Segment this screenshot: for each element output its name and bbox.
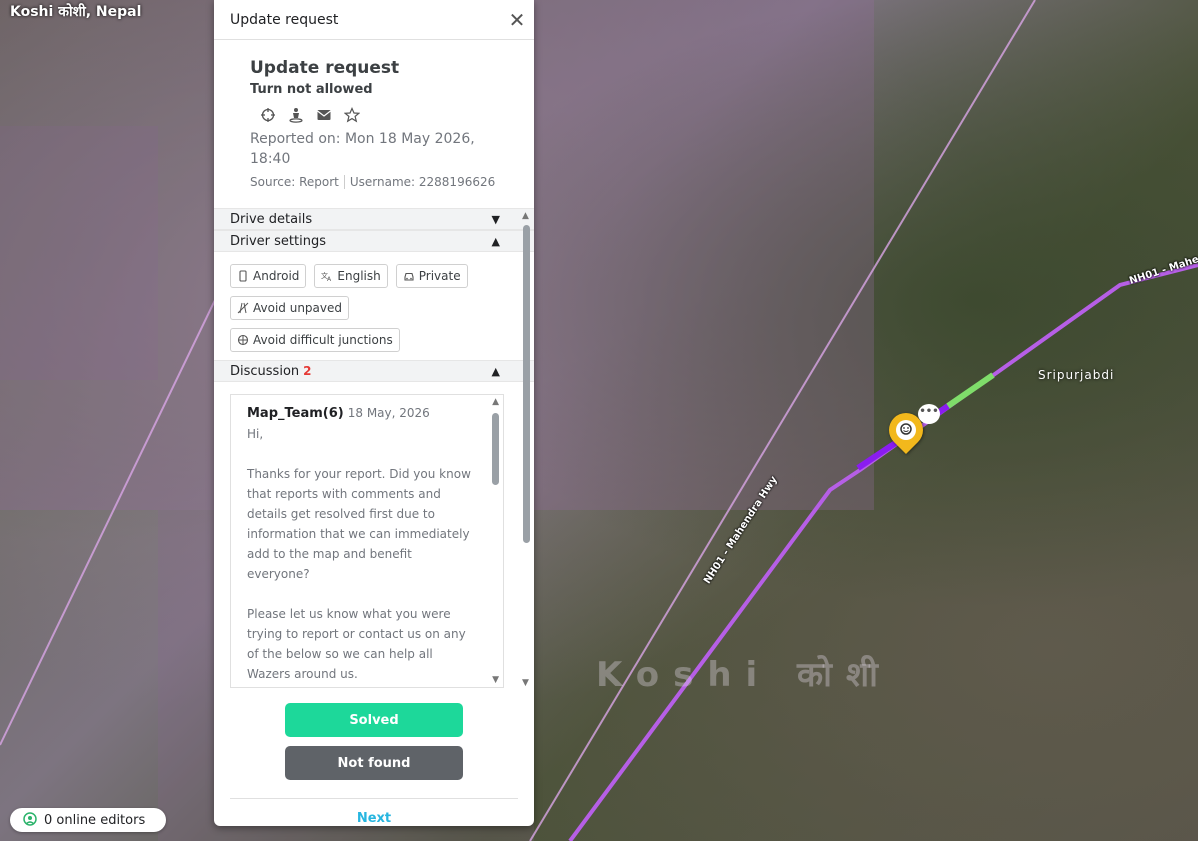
- chip-avoid-difficult-junctions: Avoid difficult junctions: [230, 328, 400, 352]
- reported-on: Reported on: Mon 18 May 2026, 18:40: [250, 131, 475, 167]
- selected-segment: [856, 437, 902, 471]
- message-author: Map_Team(6): [247, 406, 344, 421]
- request-action-icons: [260, 107, 498, 123]
- waze-icon: [896, 420, 916, 440]
- message-paragraph: Thanks for your report. Did you know tha…: [247, 467, 471, 581]
- panel-header-title: Update request: [230, 11, 339, 28]
- request-info: Update request Turn not allowed Reported…: [214, 40, 534, 189]
- map-canvas[interactable]: Koshi कोशी, Nepal Sripurjabdi Koshi कोशी…: [0, 0, 1198, 841]
- section-drive-details[interactable]: Drive details ▼: [214, 208, 534, 230]
- request-type: Turn not allowed: [250, 82, 373, 97]
- star-icon[interactable]: [343, 107, 361, 123]
- meta-divider: [343, 175, 345, 189]
- section-label: Driver settings: [230, 233, 326, 249]
- next-link[interactable]: Next: [214, 811, 534, 826]
- online-editors-badge[interactable]: 0 online editors: [10, 808, 166, 832]
- map-watermark: Koshi कोशी: [596, 655, 892, 695]
- chip-android: Android: [230, 264, 307, 288]
- street-view-icon[interactable]: [288, 107, 304, 123]
- scroll-up-arrow-icon[interactable]: ▲: [492, 397, 499, 407]
- message-line: Hi,: [247, 427, 264, 441]
- place-label: Sripurjabdi: [1038, 368, 1115, 382]
- discussion-scrollbar-thumb[interactable]: [492, 413, 499, 485]
- junction-icon: [237, 334, 249, 346]
- region-label: Koshi कोशी, Nepal: [10, 4, 142, 20]
- message-date: 18 May, 2026: [347, 406, 430, 420]
- map-overlay: [0, 0, 1198, 841]
- driver-settings-chips: Android 文A English Private Avoid unpaved…: [214, 252, 522, 360]
- scroll-down-arrow-icon[interactable]: ▼: [522, 678, 529, 688]
- panel-scroll-area[interactable]: Drive details ▼ Driver settings ▲ Androi…: [214, 208, 534, 690]
- chip-language: 文A English: [314, 264, 388, 288]
- chip-label: Avoid unpaved: [253, 301, 342, 315]
- chip-avoid-unpaved: Avoid unpaved: [230, 296, 349, 320]
- phone-icon: [239, 270, 247, 282]
- chevron-up-icon: ▲: [491, 234, 500, 248]
- online-editors-label: 0 online editors: [44, 812, 146, 828]
- chip-vehicle: Private: [395, 264, 468, 288]
- scroll-up-arrow-icon[interactable]: ▲: [522, 211, 529, 221]
- translate-icon: 文A: [321, 271, 332, 282]
- section-label: Drive details: [230, 211, 313, 227]
- crosshair-icon[interactable]: [260, 107, 276, 123]
- discussion-thread[interactable]: Map_Team(6) 18 May, 2026 Hi, Thanks for y…: [230, 394, 504, 688]
- section-discussion[interactable]: Discussion 2 ▲: [214, 360, 534, 382]
- unpaved-road-icon: [237, 302, 249, 314]
- update-request-panel: Update request ✕ Update request Turn not…: [214, 0, 534, 826]
- panel-actions: Solved Not found Next: [214, 690, 534, 826]
- green-segment: [946, 372, 995, 409]
- scroll-down-arrow-icon[interactable]: ▼: [492, 675, 499, 685]
- car-icon: [404, 272, 414, 281]
- not-found-button[interactable]: Not found: [285, 746, 463, 780]
- boundary-line: [529, 0, 1036, 841]
- comment-bubble-icon[interactable]: •••: [918, 404, 940, 424]
- discussion-label: Discussion: [230, 363, 300, 379]
- chip-label: English: [337, 269, 381, 283]
- mail-icon[interactable]: [316, 107, 332, 123]
- section-label: Discussion 2: [230, 364, 312, 379]
- panel-scrollbar-thumb[interactable]: [523, 225, 530, 543]
- chip-label: Android: [253, 269, 300, 283]
- report-meta: Source: Report Username: 2288196626: [250, 175, 498, 189]
- report-username: Username: 2288196626: [349, 175, 496, 189]
- solved-button[interactable]: Solved: [285, 703, 463, 737]
- chip-label: Avoid difficult junctions: [253, 333, 393, 347]
- close-icon[interactable]: ✕: [506, 8, 528, 32]
- message-paragraph: Please let us know what you were trying …: [247, 607, 466, 681]
- discussion-count-badge: 2: [303, 363, 312, 378]
- section-driver-settings[interactable]: Driver settings ▲: [214, 230, 534, 252]
- panel-header: Update request ✕: [214, 0, 534, 40]
- request-title: Update request: [250, 58, 400, 78]
- chevron-down-icon: ▼: [491, 212, 500, 226]
- discussion-message: Map_Team(6) 18 May, 2026 Hi, Thanks for y…: [231, 395, 503, 684]
- chevron-up-icon: ▲: [491, 364, 500, 378]
- editors-icon: [23, 812, 37, 826]
- report-source: Source: Report: [250, 175, 339, 189]
- svg-text:A: A: [327, 276, 332, 282]
- actions-divider: [230, 798, 518, 799]
- chip-label: Private: [418, 269, 461, 283]
- highway-road: [568, 263, 1198, 841]
